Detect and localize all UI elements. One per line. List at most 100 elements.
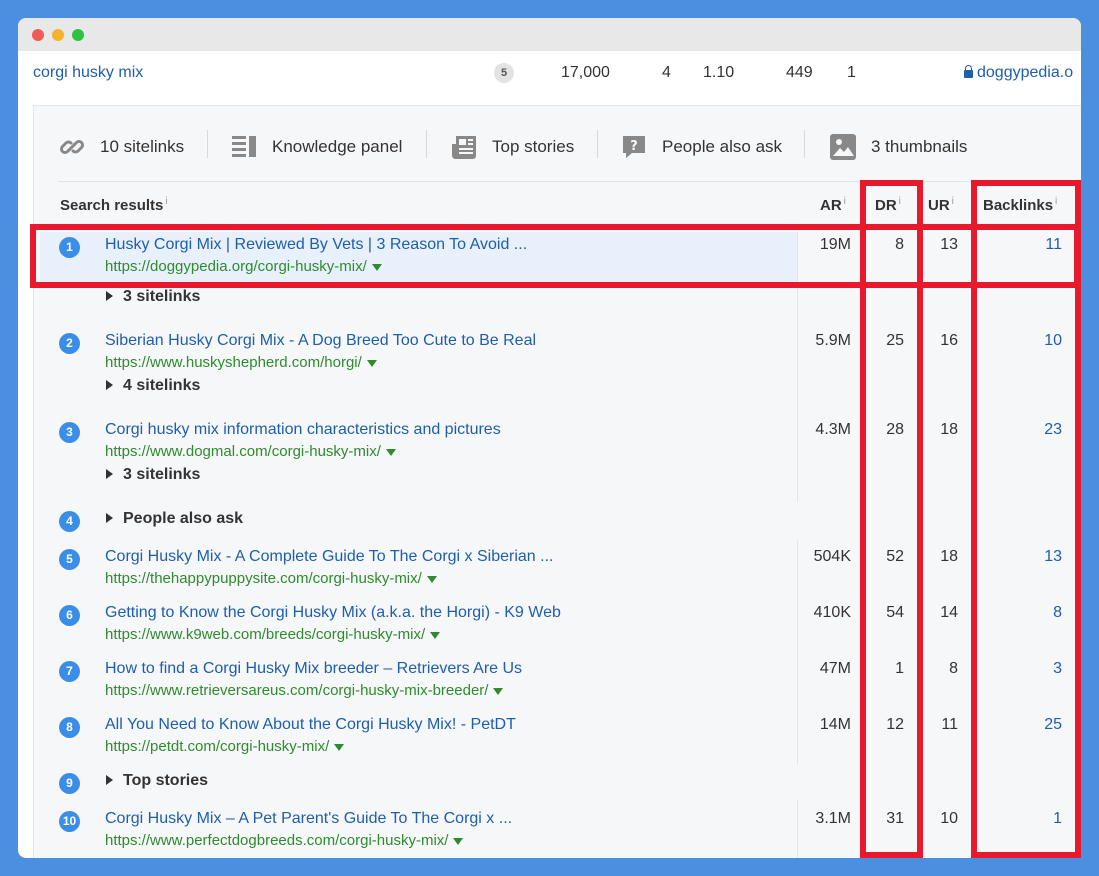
link-icon (58, 133, 86, 161)
result-dr: 52 (886, 548, 904, 565)
people-also-ask-toggle[interactable]: People also ask (106, 510, 243, 528)
maximize-window-button[interactable] (72, 29, 84, 41)
result-url[interactable]: https://www.dogmal.com/corgi-husky-mix/ (105, 443, 396, 460)
close-window-button[interactable] (32, 29, 44, 41)
chevron-down-icon[interactable] (430, 631, 441, 639)
result-url[interactable]: https://www.retrieversareus.com/corgi-hu… (105, 682, 504, 699)
triangle-right-icon (106, 512, 113, 523)
minimize-window-button[interactable] (52, 29, 64, 41)
result-url[interactable]: https://doggypedia.org/corgi-husky-mix/ (105, 258, 382, 275)
features-divider (58, 181, 1081, 182)
keyword-traffic: 449 (786, 64, 813, 81)
result-ur: 11 (941, 716, 958, 733)
result-dr: 8 (895, 236, 904, 253)
column-separator (797, 800, 798, 858)
result-ar: 410K (813, 604, 851, 621)
feature-thumbnails: 3 thumbnails (829, 130, 967, 164)
feature-divider (597, 130, 598, 158)
result-url[interactable]: https://www.perfectdogbreeds.com/corgi-h… (105, 832, 464, 849)
result-url[interactable]: https://thehappypuppysite.com/corgi-husk… (105, 570, 437, 587)
result-title-link[interactable]: Siberian Husky Corgi Mix - A Dog Breed T… (105, 332, 536, 350)
position-badge: 10 (59, 811, 80, 832)
result-url[interactable]: https://www.huskyshepherd.com/horgi/ (105, 354, 377, 371)
result-title-link[interactable]: Corgi Husky Mix - A Complete Guide To Th… (105, 548, 553, 566)
result-backlinks[interactable]: 1 (1053, 810, 1062, 828)
info-icon[interactable]: i (899, 196, 901, 207)
result-dr: 31 (886, 810, 904, 827)
chevron-down-icon[interactable] (385, 448, 396, 456)
feature-sitelinks-label: 10 sitelinks (100, 137, 185, 156)
result-backlinks[interactable]: 11 (1045, 236, 1062, 254)
sitelinks-toggle[interactable]: 3 sitelinks (106, 466, 200, 484)
result-backlinks[interactable]: 10 (1044, 332, 1062, 350)
keyword-link[interactable]: corgi husky mix (33, 64, 143, 82)
result-dr: 28 (886, 421, 904, 438)
knowledge-panel-icon (230, 133, 258, 161)
question-icon: ? (620, 133, 648, 161)
position-badge: 3 (59, 422, 80, 443)
info-icon[interactable]: i (1055, 196, 1057, 207)
result-ar: 504K (813, 548, 851, 565)
feature-divider (426, 130, 427, 158)
result-backlinks[interactable]: 25 (1044, 716, 1062, 734)
result-title-link[interactable]: Getting to Know the Corgi Husky Mix (a.k… (105, 604, 561, 622)
lock-icon (964, 65, 973, 78)
position-badge: 8 (59, 717, 80, 738)
result-url[interactable]: https://petdt.com/corgi-husky-mix/ (105, 738, 345, 755)
position-badge: 5 (59, 549, 80, 570)
result-title-link[interactable]: How to find a Corgi Husky Mix breeder – … (105, 660, 522, 678)
chevron-down-icon[interactable] (426, 575, 437, 583)
feature-knowledge-panel: Knowledge panel (230, 130, 402, 164)
chevron-down-icon[interactable] (366, 359, 377, 367)
info-icon[interactable]: i (952, 196, 954, 207)
chevron-down-icon[interactable] (334, 743, 345, 751)
result-dr: 1 (895, 660, 904, 677)
result-ar: 4.3M (815, 421, 851, 438)
column-separator (797, 232, 798, 502)
image-icon (829, 133, 857, 161)
feature-divider (207, 130, 208, 158)
result-ur: 16 (940, 332, 958, 349)
result-ar: 19M (819, 236, 851, 253)
feature-people-also-ask: ? People also ask (620, 130, 782, 164)
result-backlinks[interactable]: 3 (1053, 660, 1062, 678)
result-title-link[interactable]: All You Need to Know About the Corgi Hus… (105, 716, 516, 734)
header-ar[interactable]: AR i (820, 196, 846, 214)
result-ur: 13 (940, 236, 958, 253)
info-icon[interactable]: i (844, 196, 846, 207)
chevron-down-icon[interactable] (371, 263, 382, 271)
header-backlinks[interactable]: Backlinks i (983, 196, 1057, 214)
result-dr: 54 (886, 604, 904, 621)
result-title-link[interactable]: Corgi husky mix information characterist… (105, 421, 501, 439)
result-backlinks[interactable]: 8 (1053, 604, 1062, 622)
info-icon[interactable]: i (165, 196, 167, 207)
result-backlinks[interactable]: 13 (1044, 548, 1062, 566)
feature-divider (804, 130, 805, 158)
feature-top-stories: Top stories (450, 130, 574, 164)
result-title-link[interactable]: Husky Corgi Mix | Reviewed By Vets | 3 R… (105, 236, 527, 254)
header-ur[interactable]: UR i (928, 196, 954, 214)
result-title-link[interactable]: Corgi Husky Mix – A Pet Parent's Guide T… (105, 810, 512, 828)
result-url[interactable]: https://www.k9web.com/breeds/corgi-husky… (105, 626, 441, 643)
header-dr[interactable]: DR i (875, 196, 901, 214)
chevron-down-icon[interactable] (493, 687, 504, 695)
top-stories-toggle[interactable]: Top stories (106, 772, 208, 790)
feature-knowledge-panel-label: Knowledge panel (272, 137, 403, 156)
result-ar: 47M (819, 660, 851, 677)
position-badge: 7 (59, 661, 80, 682)
keyword-position: 1 (847, 64, 856, 81)
result-ur: 14 (940, 604, 958, 621)
chevron-down-icon[interactable] (453, 837, 464, 845)
result-ur: 18 (940, 548, 958, 565)
result-backlinks[interactable]: 23 (1044, 421, 1062, 439)
column-separator (797, 540, 798, 765)
position-badge: 9 (59, 773, 80, 794)
ranking-url-link[interactable]: doggypedia.o (964, 64, 1073, 82)
feature-top-stories-label: Top stories (492, 137, 575, 156)
position-badge: 1 (59, 237, 80, 258)
feature-thumbnails-label: 3 thumbnails (871, 137, 968, 156)
result-ur: 8 (949, 660, 958, 677)
result-ar: 5.9M (815, 332, 851, 349)
sitelinks-toggle[interactable]: 3 sitelinks (106, 288, 200, 306)
sitelinks-toggle[interactable]: 4 sitelinks (106, 377, 200, 395)
